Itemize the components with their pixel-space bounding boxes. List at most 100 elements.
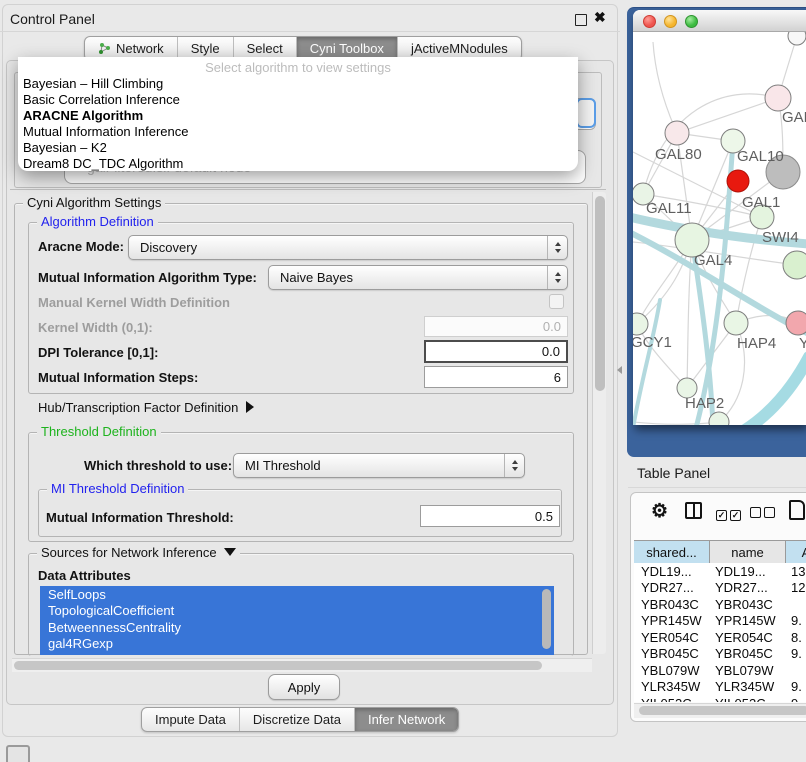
titlebar-divider — [0, 31, 620, 32]
close-traffic-light-icon[interactable] — [643, 15, 656, 28]
deselect-all-icon[interactable] — [750, 505, 775, 523]
node-label: GAL1 — [742, 194, 780, 211]
table-horizontal-scrollbar[interactable] — [634, 703, 806, 718]
tab-select-label: Select — [247, 41, 283, 56]
network-canvas[interactable]: GAL GAL80 GAL10 GAL11 GAL1 SWI4 GAL4 GCY… — [633, 32, 806, 425]
mi-algorithm-type-combobox[interactable]: Naive Bayes — [268, 265, 568, 290]
apply-button-label: Apply — [288, 680, 321, 695]
tab-infer-network[interactable]: Infer Network — [354, 708, 458, 731]
mi-threshold-label: Mutual Information Threshold: — [46, 510, 234, 525]
node-label: Y — [799, 335, 806, 352]
mi-threshold-value: 0.5 — [535, 509, 553, 524]
dpi-tolerance-value: 0.0 — [542, 344, 560, 359]
table-row[interactable]: YBR045CYBR045C9. — [634, 646, 806, 663]
dropdown-item[interactable]: Dream8 DC_TDC Algorithm — [23, 156, 183, 171]
mi-threshold-field[interactable]: 0.5 — [420, 505, 560, 527]
settings-divider — [10, 189, 606, 190]
combo-stepper-icon — [504, 454, 524, 477]
combo-focus-stepper-icon — [576, 98, 596, 128]
table-panel-divider — [628, 487, 806, 488]
node-label: GAL — [782, 109, 806, 126]
aracne-mode-label: Aracne Mode: — [38, 239, 124, 254]
table-row[interactable]: YLR345WYLR345W9. — [634, 679, 806, 696]
which-threshold-value: MI Threshold — [234, 458, 504, 473]
mi-steps-value: 6 — [554, 370, 561, 385]
cyni-algorithm-settings-title: Cyni Algorithm Settings — [23, 195, 165, 210]
mi-algorithm-type-value: Naive Bayes — [269, 270, 547, 285]
column-header-name[interactable]: name — [710, 541, 786, 563]
table-body[interactable]: YDL19...YDL19...13 YDR27...YDR27...12 YB… — [634, 563, 806, 702]
settings-horizontal-scrollbar[interactable] — [12, 658, 592, 672]
table-row[interactable]: YBR043CYBR043C — [634, 596, 806, 613]
mi-threshold-title: MI Threshold Definition — [47, 481, 188, 496]
table-header-row: shared... name A — [634, 540, 806, 564]
which-threshold-combobox[interactable]: MI Threshold — [233, 453, 525, 478]
scrollbar-thumb[interactable] — [639, 706, 806, 715]
list-item[interactable]: gal4RGexp — [40, 636, 554, 653]
table-settings-gear-icon[interactable]: ⚙ — [651, 500, 668, 523]
float-window-icon[interactable] — [575, 14, 587, 26]
column-selector-icon[interactable] — [685, 502, 702, 519]
scrollbar-thumb[interactable] — [14, 661, 542, 670]
table-row[interactable]: YBL079WYBL079W — [634, 662, 806, 679]
dropdown-item[interactable]: Mutual Information Inference — [23, 124, 188, 139]
aracne-mode-combobox[interactable]: Discovery — [128, 235, 568, 260]
column-header-shared-name[interactable]: shared... — [634, 541, 710, 563]
node-label: GAL11 — [646, 200, 692, 217]
hub-definition-toggle[interactable]: Hub/Transcription Factor Definition — [38, 400, 254, 415]
list-item[interactable]: TopologicalCoefficient — [40, 603, 554, 620]
node-label: HAP2 — [685, 395, 724, 412]
table-row[interactable]: YPR145WYPR145W9. — [634, 613, 806, 630]
apply-button[interactable]: Apply — [268, 674, 340, 700]
manual-kernel-width-checkbox[interactable] — [549, 294, 564, 309]
new-table-icon[interactable] — [789, 500, 805, 520]
tab-impute-data[interactable]: Impute Data — [142, 708, 239, 731]
kernel-width-value: 0.0 — [543, 319, 561, 334]
expanded-arrow-icon — [224, 548, 236, 556]
dropdown-item[interactable]: Bayesian – Hill Climbing — [23, 76, 163, 91]
select-all-icon[interactable]: ✓✓ — [716, 505, 741, 523]
panel-splitter-arrow-icon[interactable] — [617, 366, 622, 374]
tab-infer-network-label: Infer Network — [368, 712, 445, 727]
table-row[interactable]: YDL19...YDL19...13 — [634, 563, 806, 580]
column-header-partial[interactable]: A — [786, 541, 806, 563]
zoom-traffic-light-icon[interactable] — [685, 15, 698, 28]
tab-jactivemnodules-label: jActiveMNodules — [411, 41, 508, 56]
data-attributes-list[interactable]: SelfLoops TopologicalCoefficient Between… — [40, 586, 554, 655]
node-label: GCY1 — [633, 334, 672, 351]
kernel-width-field[interactable]: 0.0 — [424, 316, 568, 337]
minimize-traffic-light-icon[interactable] — [664, 15, 677, 28]
dropdown-item-highlighted[interactable]: ARACNE Algorithm — [23, 108, 143, 123]
tab-style-label: Style — [191, 41, 220, 56]
scrollbar-thumb[interactable] — [595, 196, 605, 391]
network-view-window: GAL GAL80 GAL10 GAL11 GAL1 SWI4 GAL4 GCY… — [633, 10, 806, 425]
list-item[interactable]: SelfLoops — [40, 586, 554, 603]
list-item[interactable]: BetweennessCentrality — [40, 619, 554, 636]
close-icon[interactable]: ✖ — [594, 9, 606, 26]
tab-discretize-data[interactable]: Discretize Data — [239, 708, 354, 731]
table-row[interactable]: YER054CYER054C8. — [634, 629, 806, 646]
docked-panel-icon[interactable] — [6, 745, 30, 762]
mi-steps-field[interactable]: 6 — [424, 366, 568, 388]
tab-discretize-data-label: Discretize Data — [253, 712, 341, 727]
dropdown-item[interactable]: Bayesian – K2 — [23, 140, 107, 155]
node-label: GAL80 — [655, 146, 702, 163]
hub-definition-label: Hub/Transcription Factor Definition — [38, 400, 238, 415]
sources-toggle[interactable]: Sources for Network Inference — [37, 545, 240, 560]
settings-vertical-scrollbar[interactable] — [592, 192, 606, 654]
mi-algorithm-type-label: Mutual Information Algorithm Type: — [38, 270, 257, 285]
node-label: HAP4 — [737, 335, 776, 352]
list-scrollbar[interactable] — [542, 589, 551, 649]
network-window-titlebar[interactable] — [633, 10, 806, 32]
dpi-tolerance-label: DPI Tolerance [0,1]: — [38, 345, 158, 360]
dropdown-item[interactable]: Basic Correlation Inference — [23, 92, 180, 107]
dropdown-placeholder: Select algorithm to view settings — [18, 60, 578, 75]
table-row[interactable]: YIL052CYIL052C9 — [634, 695, 806, 702]
manual-kernel-width-label: Manual Kernel Width Definition — [38, 295, 230, 310]
network-icon — [98, 42, 111, 55]
dpi-tolerance-field[interactable]: 0.0 — [424, 340, 568, 363]
table-panel-card: ⚙ ✓✓ shared... name A YDL19...YDL19...13… — [630, 492, 806, 722]
combo-stepper-icon — [547, 236, 567, 259]
node-label: GAL4 — [694, 252, 732, 269]
table-row[interactable]: YDR27...YDR27...12 — [634, 580, 806, 597]
